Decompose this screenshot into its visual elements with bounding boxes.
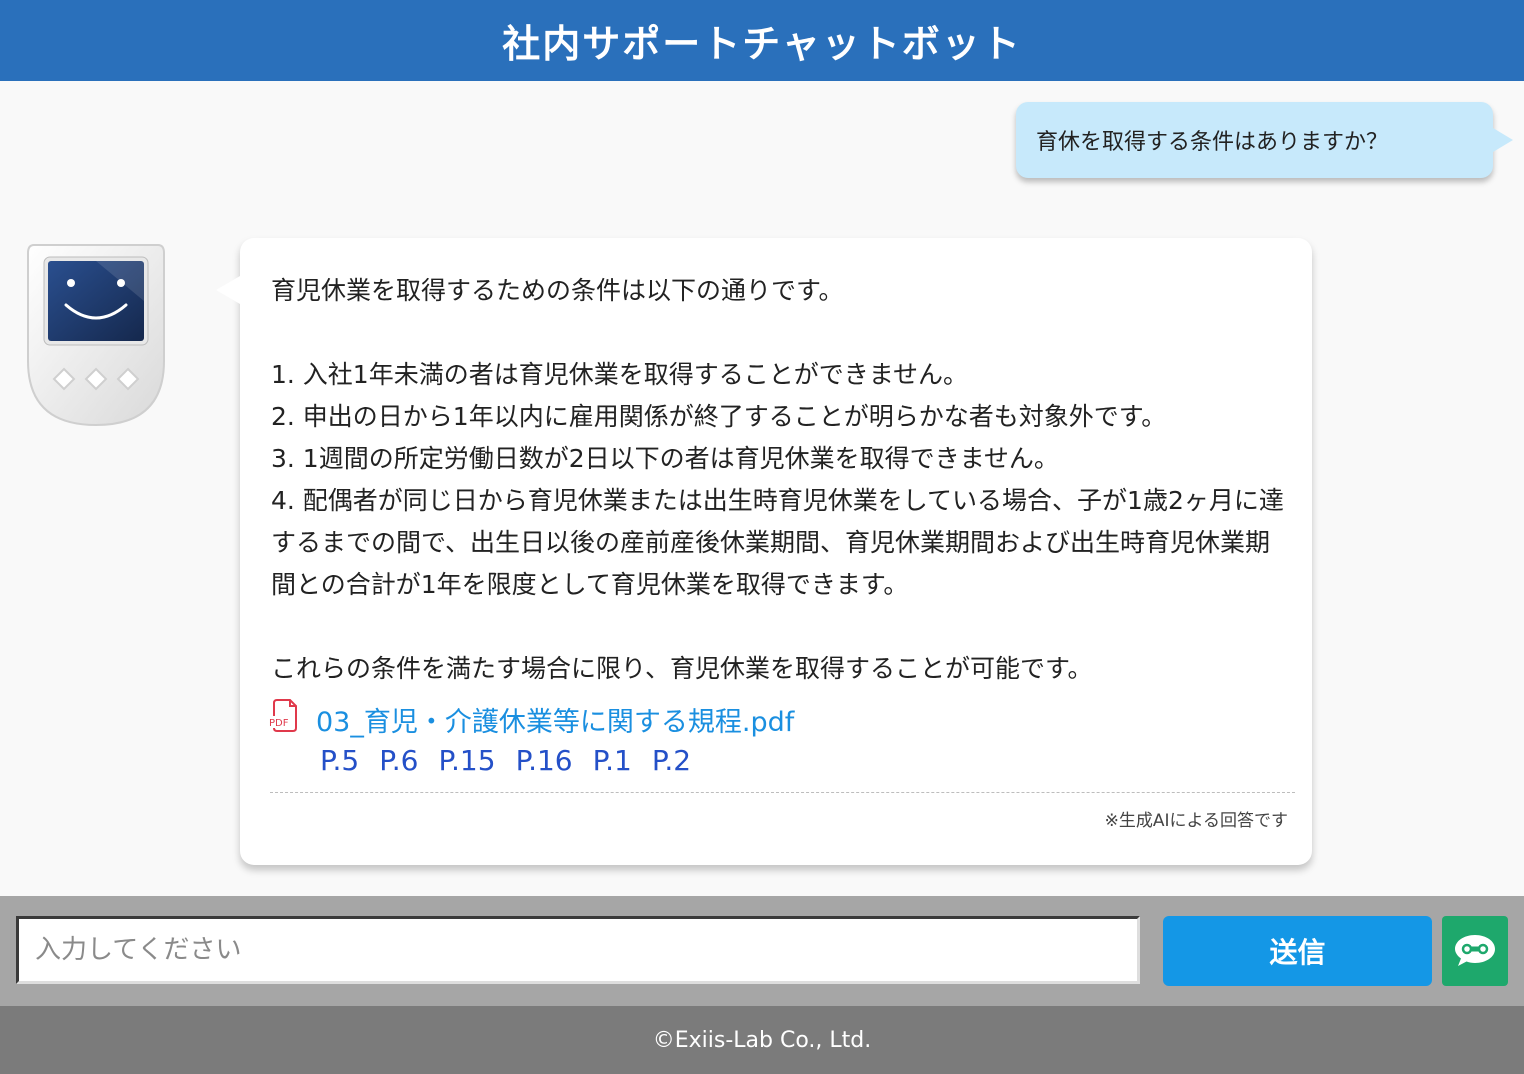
user-message-text: 育休を取得する条件はありますか？ bbox=[1036, 130, 1389, 155]
message-input[interactable] bbox=[16, 916, 1140, 984]
chat-toggle-button[interactable] bbox=[1442, 916, 1508, 986]
footer: ©Exiis-Lab Co., Ltd. bbox=[0, 1006, 1524, 1074]
header: 社内サポートチャットボット bbox=[0, 0, 1524, 81]
condition-item-3: 3. 1週間の所定労働日数が2日以下の者は育児休業を取得できません。 bbox=[271, 444, 1059, 473]
source-reference: PDF 03_育児・介護休業等に関する規程.pdf P.5 P.6 P.15 P… bbox=[268, 696, 1268, 786]
divider bbox=[270, 792, 1295, 793]
page-link-p6[interactable]: P.6 bbox=[379, 744, 418, 777]
condition-item-4: 4. 配偶者が同じ日から育児休業または出生時育児休業をしている場合、子が1歳2ヶ… bbox=[271, 486, 1284, 599]
chat-bubble-icon bbox=[1455, 935, 1495, 966]
pdf-icon: PDF bbox=[268, 699, 297, 732]
source-file-link[interactable]: 03_育児・介護休業等に関する規程.pdf bbox=[316, 700, 794, 739]
page-link-p5[interactable]: P.5 bbox=[320, 744, 359, 777]
condition-item-2: 2. 申出の日から1年以内に雇用関係が終了することが明らかな者も対象外です。 bbox=[271, 402, 1167, 431]
bot-avatar-icon bbox=[27, 244, 165, 427]
condition-item-1: 1. 入社1年未満の者は育児休業を取得することができません。 bbox=[271, 360, 968, 389]
bot-conclusion: これらの条件を満たす場合に限り、育児休業を取得することが可能です。 bbox=[271, 654, 1093, 683]
user-message-bubble: 育休を取得する条件はありますか？ bbox=[1016, 102, 1513, 178]
page-title: 社内サポートチャットボット bbox=[502, 22, 1022, 66]
copyright: ©Exiis-Lab Co., Ltd. bbox=[652, 1027, 872, 1053]
page-link-p2[interactable]: P.2 bbox=[652, 744, 691, 777]
send-button[interactable]: 送信 bbox=[1163, 916, 1432, 986]
page-link-p15[interactable]: P.15 bbox=[439, 744, 496, 777]
input-bar: 送信 bbox=[0, 896, 1524, 1006]
ai-disclaimer: ※生成AIによる回答です bbox=[1104, 811, 1288, 831]
page-link-p1[interactable]: P.1 bbox=[593, 744, 632, 777]
bot-message-bubble: 育児休業を取得するための条件は以下の通りです。 1. 入社1年未満の者は育児休業… bbox=[216, 238, 1312, 865]
bot-message-text: 育児休業を取得するための条件は以下の通りです。 1. 入社1年未満の者は育児休業… bbox=[271, 270, 1291, 690]
pdf-icon-label: PDF bbox=[269, 718, 289, 729]
page-links: P.5 P.6 P.15 P.16 P.1 P.2 bbox=[320, 744, 691, 777]
bot-intro: 育児休業を取得するための条件は以下の通りです。 bbox=[271, 276, 844, 305]
chat-area[interactable]: 育休を取得する条件はありますか？ 育児休業を取得するための条件は以下の通りです。… bbox=[0, 81, 1524, 896]
page-link-p16[interactable]: P.16 bbox=[516, 744, 573, 777]
